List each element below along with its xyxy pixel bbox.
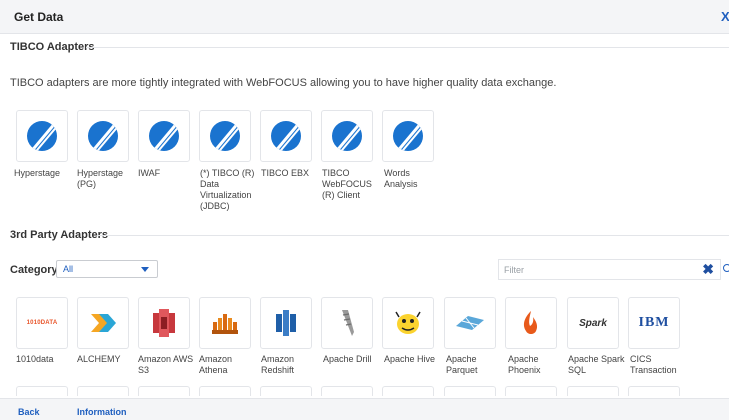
apache-hive-logo-icon: [395, 311, 421, 334]
category-dropdown[interactable]: All: [56, 260, 158, 278]
adapter-tile-alchemy[interactable]: [77, 297, 129, 349]
adapter-tile[interactable]: [260, 386, 312, 396]
adapter-tile[interactable]: [321, 386, 373, 396]
tibco-logo-icon: [149, 121, 179, 151]
adapter-label: IWAF: [138, 168, 161, 178]
adapter-tile[interactable]: [77, 386, 129, 396]
adapter-label: Words Analysis: [384, 168, 418, 189]
adapter-label: Apache Drill: [323, 354, 372, 364]
adapter-label: Amazon Redshift: [261, 354, 295, 375]
apache-spark-logo-icon: Spark: [579, 317, 607, 329]
apache-drill-logo-icon: [342, 310, 354, 336]
adapter-tile[interactable]: [628, 386, 680, 396]
tibco-description: TIBCO adapters are more tightly integrat…: [10, 77, 557, 89]
adapter-label: Amazon AWS S3: [138, 354, 194, 375]
adapter-label: (*) TIBCO (R) Data Virtualization (JDBC): [200, 168, 255, 211]
adapter-label: Hyperstage: [14, 168, 61, 178]
apache-parquet-logo-icon: [456, 316, 484, 330]
dialog-titlebar: Get Data X: [0, 0, 729, 34]
filter-field: ✖: [498, 259, 721, 280]
1010data-logo-icon: 1010DATA: [26, 320, 58, 326]
back-button[interactable]: Back: [18, 407, 40, 417]
adapter-label: Amazon Athena: [199, 354, 233, 375]
adapter-label: CICS Transaction: [630, 354, 677, 375]
adapter-tile-apache-phoenix[interactable]: [505, 297, 557, 349]
adapter-tile[interactable]: [382, 386, 434, 396]
adapter-label: 1010data: [16, 354, 54, 364]
tibco-logo-icon: [271, 121, 301, 151]
close-icon[interactable]: X: [721, 9, 729, 24]
adapter-label: Apache Parquet: [446, 354, 478, 375]
adapter-label: Apache Hive: [384, 354, 436, 364]
adapter-tile[interactable]: [505, 386, 557, 396]
adapter-label: Apache Spark SQL: [568, 354, 625, 375]
dialog-footer: Back Information: [0, 398, 729, 420]
adapter-tile-amazon-aws-s3[interactable]: [138, 297, 190, 349]
amazon-redshift-logo-icon: [276, 310, 296, 336]
category-selected-value: All: [63, 264, 74, 274]
adapter-label: TIBCO WebFOCUS (R) Client: [322, 168, 372, 200]
tibco-logo-icon: [88, 121, 118, 151]
section-divider: [98, 235, 729, 236]
adapter-label: ALCHEMY: [77, 354, 121, 364]
alchemy-logo-icon: [91, 314, 116, 332]
adapter-tile-tibco-webfocus-client[interactable]: [321, 110, 373, 162]
amazon-s3-logo-icon: [153, 309, 175, 337]
adapter-tile-apache-drill[interactable]: [321, 297, 373, 349]
adapter-tile-tibco-ebx[interactable]: [260, 110, 312, 162]
adapter-tile[interactable]: [16, 386, 68, 396]
apache-phoenix-logo-icon: [523, 311, 538, 334]
amazon-athena-logo-icon: [212, 314, 238, 334]
tibco-logo-icon: [393, 121, 423, 151]
adapter-tile[interactable]: [199, 386, 251, 396]
information-button[interactable]: Information: [77, 407, 127, 417]
adapter-label: Apache Phoenix: [508, 354, 541, 375]
dialog-title: Get Data: [14, 10, 64, 24]
adapter-tile-amazon-athena[interactable]: [199, 297, 251, 349]
tibco-logo-icon: [210, 121, 240, 151]
adapter-label: TIBCO EBX: [261, 168, 310, 178]
adapter-tile[interactable]: [444, 386, 496, 396]
third-party-adapters-heading: 3rd Party Adapters: [10, 229, 109, 241]
adapter-tile-hyperstage-pg[interactable]: [77, 110, 129, 162]
chevron-down-icon: [141, 267, 149, 272]
adapter-tile-1010data[interactable]: 1010DATA: [16, 297, 68, 349]
adapter-tile-cics-transaction[interactable]: IBM: [628, 297, 680, 349]
adapter-label: Hyperstage (PG): [77, 168, 124, 189]
adapter-tile-apache-parquet[interactable]: [444, 297, 496, 349]
filter-input[interactable]: [499, 260, 699, 279]
adapter-tile[interactable]: [138, 386, 190, 396]
tibco-logo-icon: [27, 121, 57, 151]
adapter-tile-apache-hive[interactable]: [382, 297, 434, 349]
adapter-tile-apache-spark-sql[interactable]: Spark: [567, 297, 619, 349]
category-label: Category: [10, 264, 58, 276]
clear-filter-icon[interactable]: ✖: [702, 262, 714, 276]
adapter-tile-words-analysis[interactable]: [382, 110, 434, 162]
search-icon[interactable]: [723, 264, 729, 272]
adapter-tile-tibco-data-virtualization[interactable]: [199, 110, 251, 162]
tibco-adapters-heading: TIBCO Adapters: [10, 41, 95, 53]
section-divider: [86, 47, 729, 48]
adapter-tile-amazon-redshift[interactable]: [260, 297, 312, 349]
tibco-logo-icon: [332, 121, 362, 151]
adapter-tile-iwaf[interactable]: [138, 110, 190, 162]
adapter-tile[interactable]: [567, 386, 619, 396]
ibm-logo-icon: IBM: [638, 315, 670, 330]
adapter-tile-hyperstage[interactable]: [16, 110, 68, 162]
